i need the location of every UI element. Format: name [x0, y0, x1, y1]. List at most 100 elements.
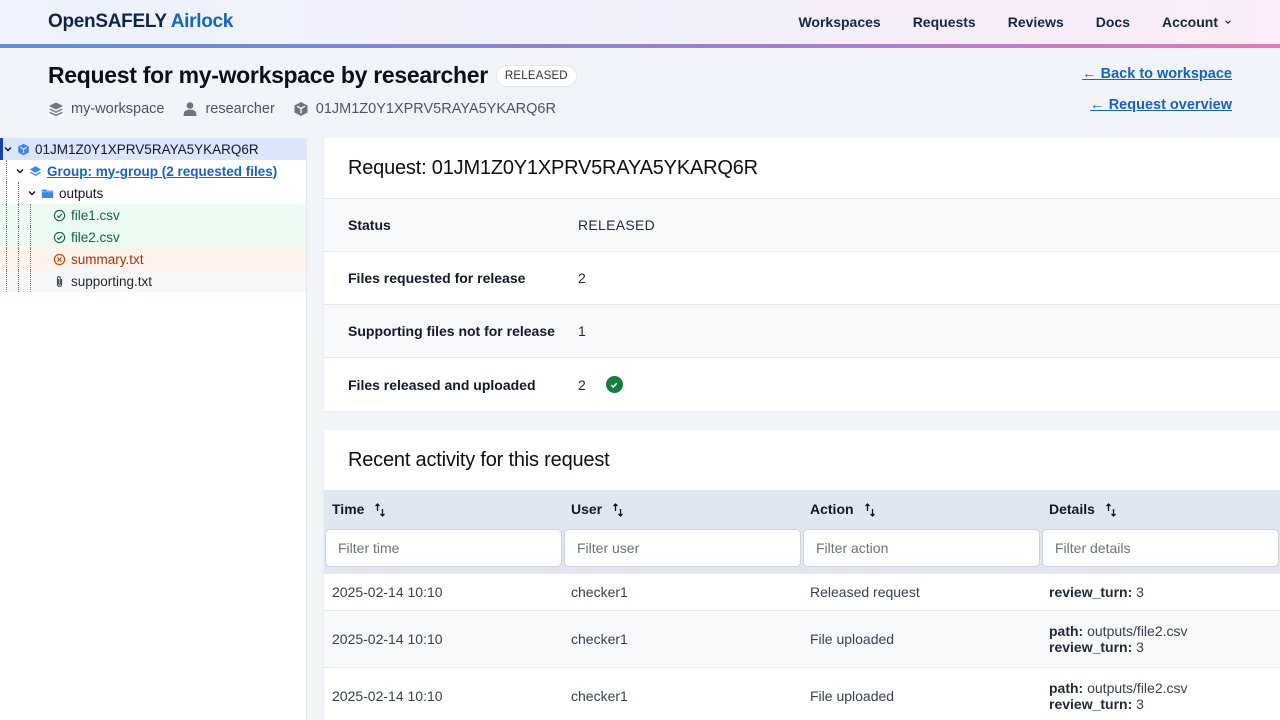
chevron-down-icon[interactable] [27, 188, 37, 198]
summary-key: Files released and uploaded [348, 376, 536, 393]
tree-file-label: summary.txt [71, 251, 144, 267]
detail-key: review_turn: [1049, 695, 1133, 712]
detail-key: path: [1049, 622, 1084, 639]
back-to-workspace-link[interactable]: ← Back to workspace [1082, 66, 1232, 82]
cell-user: checker1 [571, 630, 628, 647]
tree-file-label: supporting.txt [71, 273, 153, 289]
tree-item-folder-outputs[interactable]: outputs [0, 182, 306, 204]
cell-action: File uploaded [810, 687, 895, 704]
tree-guide [6, 204, 7, 226]
filter-action-input[interactable] [803, 529, 1040, 568]
column-header-details[interactable]: Details [1041, 490, 1280, 528]
nav-reviews[interactable]: Reviews [1008, 14, 1064, 30]
page-title: Request for my-workspace by researcher R… [48, 62, 577, 89]
filter-time-input[interactable] [325, 529, 562, 568]
group-icon [29, 165, 42, 176]
tree-guide [30, 270, 31, 292]
cell-action: Released request [810, 583, 920, 600]
sort-icon[interactable] [612, 503, 624, 518]
tree-file-rejected[interactable]: summary.txt [0, 248, 306, 270]
column-label: Action [810, 500, 854, 517]
tree-guide [18, 270, 19, 292]
activity-header-row: Time User Action Details [324, 490, 1280, 528]
sort-icon[interactable] [864, 503, 876, 518]
tree-item-group[interactable]: Group: my-group (2 requested files) [0, 160, 306, 182]
sort-icon[interactable] [374, 503, 386, 518]
tree-guide [30, 248, 31, 270]
nav-requests[interactable]: Requests [913, 14, 976, 30]
summary-value: 2 [578, 376, 586, 393]
column-header-action[interactable]: Action [802, 490, 1041, 528]
tree-guide [6, 160, 7, 182]
check-circle-icon [53, 231, 66, 243]
tree-file-label: file1.csv [71, 207, 120, 223]
column-header-user[interactable]: User [563, 490, 802, 528]
meta-request-id: 01JM1Z0Y1XPRV5RAYA5YKARQ6R [293, 101, 556, 117]
brand-logo[interactable]: OpenSAFELY Airlock [48, 11, 233, 33]
paperclip-icon [56, 275, 63, 287]
request-overview-link[interactable]: ← Request overview [1082, 97, 1232, 113]
summary-key: Supporting files not for release [348, 323, 555, 339]
tree-file-approved[interactable]: file1.csv [0, 204, 306, 226]
cell-action: File uploaded [810, 630, 895, 647]
tree-folder-label: outputs [59, 185, 104, 201]
cell-time: 2025-02-14 10:10 [332, 583, 443, 600]
folder-icon [41, 188, 54, 198]
summary-value: 1 [578, 323, 586, 339]
chevron-down-icon[interactable] [3, 144, 13, 154]
nav-docs[interactable]: Docs [1096, 14, 1130, 30]
activity-row: 2025-02-14 10:10 checker1 File uploaded … [324, 610, 1280, 667]
detail-value: 3 [1136, 583, 1144, 600]
summary-row-status: Status RELEASED [324, 199, 1280, 252]
tree-guide [18, 248, 19, 270]
request-icon [18, 143, 29, 155]
nav-workspaces[interactable]: Workspaces [798, 14, 880, 30]
detail-line: review_turn: 3 [1049, 639, 1272, 655]
activity-filter-row [324, 528, 1280, 573]
chevron-down-icon[interactable] [15, 166, 25, 176]
tree-file-supporting[interactable]: supporting.txt [0, 270, 306, 292]
activity-table: Time User Action Details 2025-02-14 10:1… [324, 490, 1280, 720]
summary-row-released: Files released and uploaded 2 [324, 358, 1280, 411]
back-links: ← Back to workspace ← Request overview [1082, 66, 1232, 113]
user-icon [183, 102, 197, 116]
column-header-time[interactable]: Time [324, 490, 563, 528]
status-badge: RELEASED [495, 64, 577, 87]
sort-icon[interactable] [1105, 503, 1117, 518]
tree-guide [18, 182, 19, 204]
summary-value: 2 [578, 270, 586, 286]
tree-file-label: file2.csv [71, 229, 120, 245]
nav-account[interactable]: Account [1162, 14, 1232, 30]
filter-details-input[interactable] [1042, 529, 1279, 568]
activity-title: Recent activity for this request [348, 449, 610, 471]
tree-file-approved[interactable]: file2.csv [0, 226, 306, 248]
tree-guide [30, 204, 31, 226]
detail-value: 3 [1136, 695, 1144, 712]
detail-key: review_turn: [1049, 583, 1133, 600]
activity-panel: Recent activity for this request Time Us… [324, 430, 1280, 720]
tree-guide [6, 226, 7, 248]
cell-user: checker1 [571, 687, 628, 704]
summary-value-wrap: 2 [578, 376, 623, 393]
main-nav: Workspaces Requests Reviews Docs Account [798, 0, 1232, 44]
column-label: Details [1049, 500, 1095, 517]
column-label: Time [332, 500, 365, 517]
tree-guide [6, 270, 7, 292]
check-circle-filled-icon [605, 376, 623, 393]
summary-row-supporting: Supporting files not for release 1 [324, 305, 1280, 358]
summary-key: Status [348, 217, 391, 233]
group-link[interactable]: Group: my-group (2 requested files) [47, 164, 277, 179]
chevron-down-icon [1225, 20, 1231, 24]
tree-item-request[interactable]: 01JM1Z0Y1XPRV5RAYA5YKARQ6R [0, 138, 306, 160]
meta-workspace-text: my-workspace [71, 101, 165, 117]
cell-details: path: outputs/file2.csv review_turn: 3 [1041, 667, 1280, 720]
detail-key: path: [1049, 679, 1084, 696]
filter-user-input[interactable] [564, 529, 801, 568]
brand-secondary: Airlock [170, 11, 234, 32]
check-circle-icon [53, 209, 66, 221]
nav-account-label: Account [1162, 14, 1218, 30]
meta-user-text: researcher [205, 101, 275, 117]
column-label: User [571, 500, 603, 517]
cell-time: 2025-02-14 10:10 [332, 630, 443, 647]
page-title-text: Request for my-workspace by researcher [48, 62, 488, 88]
